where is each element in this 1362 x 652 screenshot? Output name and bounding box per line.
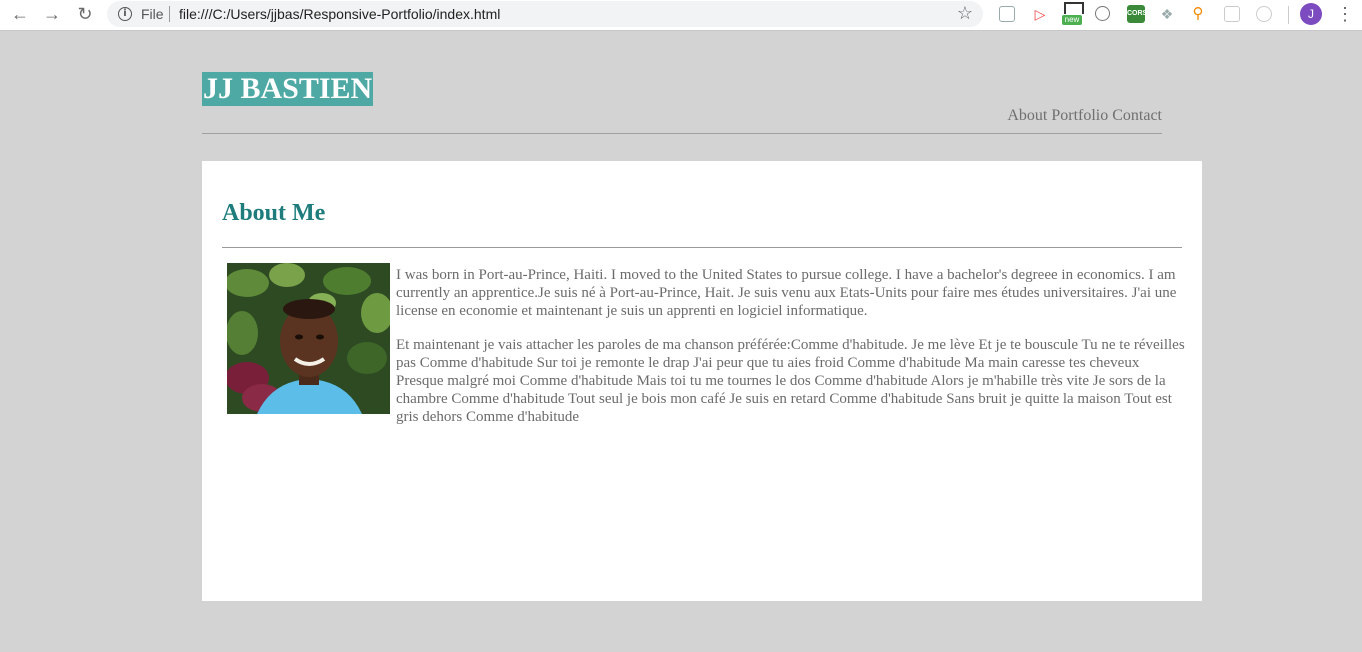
about-heading: About Me: [222, 200, 326, 226]
info-icon[interactable]: i: [118, 7, 132, 21]
extension-icon[interactable]: [1224, 6, 1240, 22]
toolbar-divider: [1288, 6, 1289, 24]
profile-photo: [227, 263, 390, 414]
site-logo[interactable]: JJ BASTIEN: [202, 72, 374, 106]
nav-contact-link[interactable]: Contact: [1112, 107, 1162, 124]
new-badge: new: [1062, 15, 1082, 25]
forward-arrow-icon[interactable]: →: [41, 3, 63, 25]
screenshot-extension-icon[interactable]: new: [1062, 2, 1084, 25]
nav-portfolio-link[interactable]: Portfolio: [1051, 107, 1108, 124]
scheme-label: File: [141, 6, 164, 22]
bio-paragraph: I was born in Port-au-Prince, Haiti. I m…: [396, 267, 1177, 319]
section-divider: [222, 247, 1182, 248]
cors-extension-icon[interactable]: CORS: [1127, 5, 1147, 23]
extension-icon[interactable]: ▷: [1031, 5, 1049, 23]
reload-icon[interactable]: ↻: [74, 3, 96, 25]
address-separator: [169, 6, 170, 22]
extension-icon[interactable]: [1256, 6, 1272, 22]
address-bar[interactable]: i File file:///C:/Users/jjbas/Responsive…: [107, 1, 983, 27]
url-text[interactable]: file:///C:/Users/jjbas/Responsive-Portfo…: [179, 6, 500, 22]
header-divider: [202, 133, 1162, 134]
bookmark-star-icon[interactable]: ☆: [957, 3, 973, 24]
about-section: About Me I was born in Port-au-Prince, H…: [202, 161, 1202, 601]
key-extension-icon[interactable]: ⚲: [1189, 5, 1207, 23]
extension-icon[interactable]: ❖: [1158, 5, 1176, 23]
site-nav: About Portfolio Contact: [1007, 107, 1162, 125]
kebab-menu-icon[interactable]: ⋮: [1336, 4, 1354, 26]
extension-icon[interactable]: [999, 6, 1015, 22]
bio-paragraph: Et maintenant je vais attacher les parol…: [396, 337, 1185, 425]
browser-toolbar: ← → ↻ i File file:///C:/Users/jjbas/Resp…: [0, 0, 1362, 31]
nav-about-link[interactable]: About: [1007, 107, 1047, 124]
back-arrow-icon[interactable]: ←: [9, 3, 31, 25]
bio-text: I was born in Port-au-Prince, Haiti. I m…: [396, 266, 1186, 442]
profile-avatar[interactable]: J: [1300, 3, 1322, 25]
extension-icon[interactable]: [1095, 6, 1110, 21]
